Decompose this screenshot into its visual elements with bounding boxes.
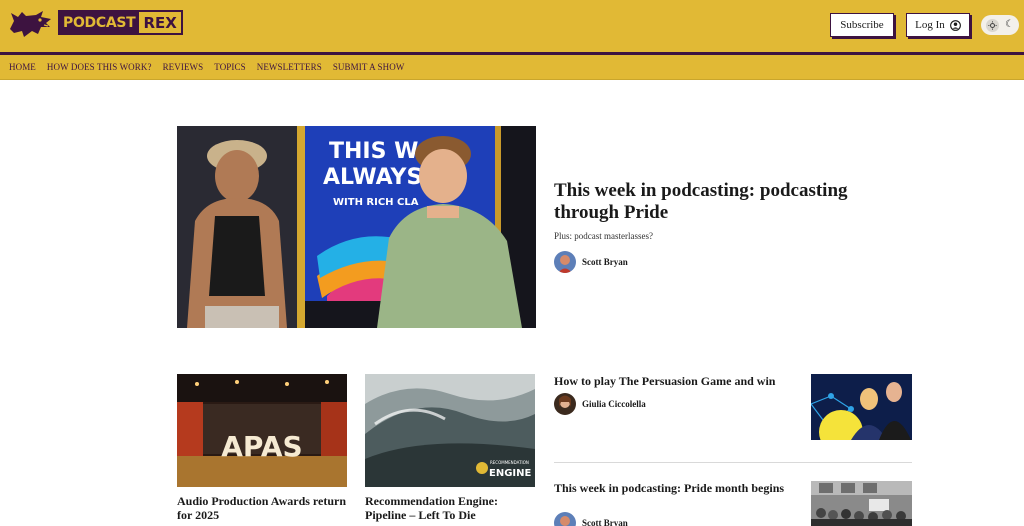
card-title-recommendation-engine[interactable]: Recommendation Engine: Pipeline – Left T… — [365, 494, 535, 522]
list-title-pride-month[interactable]: This week in podcasting: Pride month beg… — [554, 481, 804, 495]
hero-image[interactable]: THIS W ALWAYS WITH RICH CLA — [177, 126, 536, 328]
list-author-name: Giulia Ciccolella — [582, 399, 646, 409]
avatar — [554, 512, 576, 526]
hero-author-name: Scott Bryan — [582, 257, 628, 267]
hero-subtitle: Plus: podcast masterlasses? — [554, 231, 653, 241]
nav-item-home[interactable]: HOME — [9, 62, 36, 72]
hero-image-text-2: ALWAYS — [323, 165, 422, 190]
nav-item-submit-a-show[interactable]: SUBMIT A SHOW — [333, 62, 405, 72]
nav-item-newsletters[interactable]: NEWSLETTERS — [257, 62, 322, 72]
top-header-bar: PODCAST REX Subscribe Log In ☾ — [0, 0, 1024, 52]
login-label: Log In — [915, 19, 945, 31]
list-divider — [554, 462, 912, 463]
hero-image-text-3: WITH RICH CLA — [333, 197, 419, 208]
sun-icon[interactable] — [986, 18, 999, 32]
avatar — [554, 393, 576, 415]
list-author-persuasion-game[interactable]: Giulia Ciccolella — [554, 393, 646, 415]
hero-author[interactable]: Scott Bryan — [554, 251, 628, 273]
brand-wordmark-rex: REX — [139, 12, 181, 33]
main-navigation: HOME HOW DOES THIS WORK? REVIEWS TOPICS … — [0, 55, 1024, 80]
list-image-pride-month[interactable] — [811, 481, 912, 526]
card-image-recommendation-engine[interactable]: RECOMMENDATION ENGINE — [365, 374, 535, 487]
card-title-apas[interactable]: Audio Production Awards return for 2025 — [177, 494, 347, 522]
brand-wordmark-podcast: PODCAST — [60, 12, 140, 33]
brand-logo[interactable] — [8, 7, 54, 41]
card-image-apas[interactable]: APAS — [177, 374, 347, 487]
nav-item-topics[interactable]: TOPICS — [214, 62, 245, 72]
list-image-persuasion-game[interactable] — [811, 374, 912, 440]
nav-item-reviews[interactable]: REVIEWS — [163, 62, 204, 72]
login-button[interactable]: Log In — [906, 13, 970, 37]
rex-dog-logo-icon — [10, 11, 51, 37]
list-title-persuasion-game[interactable]: How to play The Persuasion Game and win — [554, 374, 804, 388]
user-circle-icon — [949, 19, 961, 31]
theme-toggle[interactable]: ☾ — [981, 15, 1019, 35]
apas-sign-text: APAS — [221, 430, 302, 463]
hero-title[interactable]: This week in podcasting: podcasting thro… — [554, 180, 914, 224]
moon-icon[interactable]: ☾ — [1005, 20, 1014, 30]
engine-badge-small: RECOMMENDATION — [490, 460, 529, 465]
hero-image-text-1: THIS W — [329, 139, 418, 164]
list-author-pride-month[interactable]: Scott Bryan — [554, 512, 628, 526]
subscribe-button[interactable]: Subscribe — [830, 13, 894, 37]
nav-item-how-does-this-work[interactable]: HOW DOES THIS WORK? — [47, 62, 152, 72]
list-author-name: Scott Bryan — [582, 518, 628, 526]
avatar — [554, 251, 576, 273]
brand-wordmark[interactable]: PODCAST REX — [58, 10, 183, 35]
engine-badge-big: ENGINE — [489, 468, 531, 479]
